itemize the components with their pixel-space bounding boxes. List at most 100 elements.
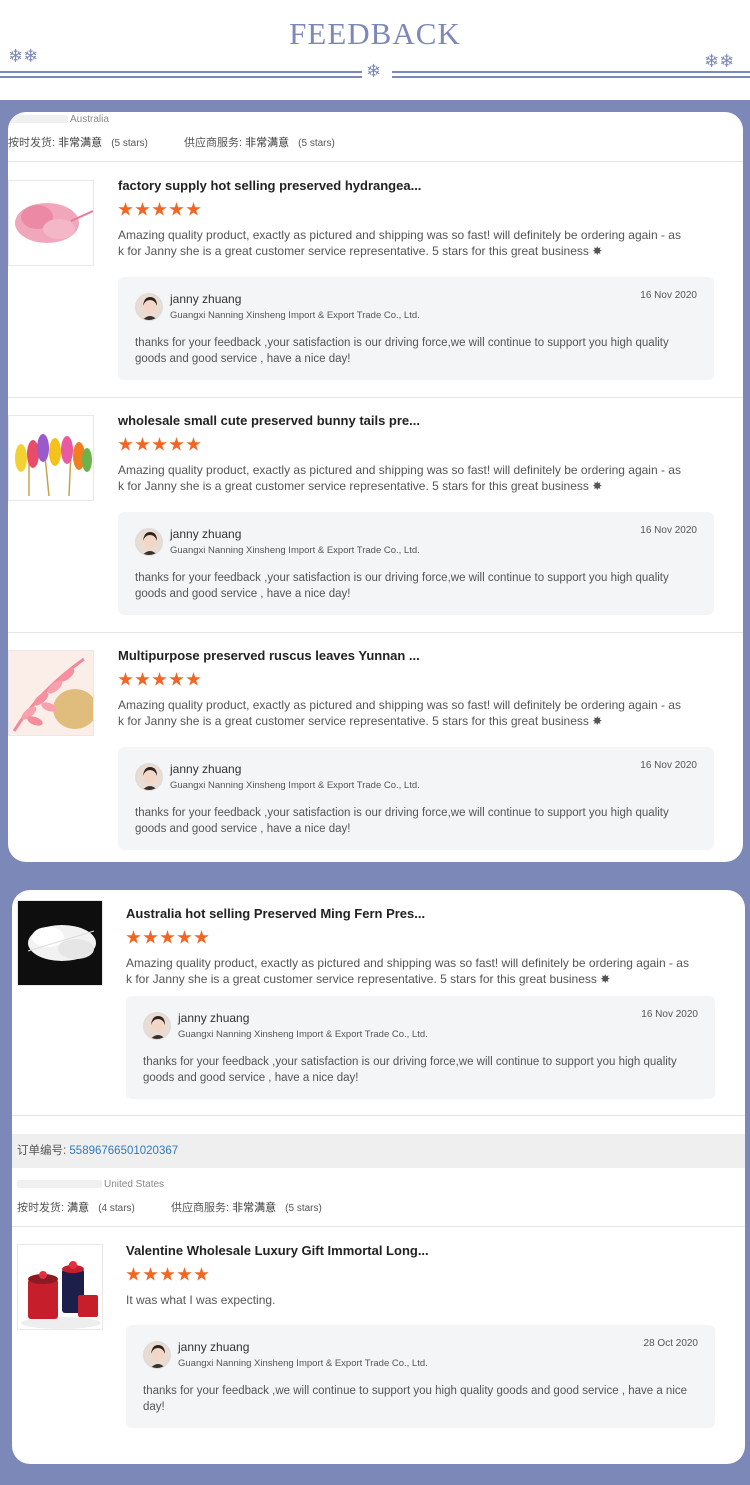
page-title: FEEDBACK <box>289 16 461 51</box>
rating-stars <box>126 1267 211 1285</box>
product-title-link[interactable]: Multipurpose preserved ruscus leaves Yun… <box>118 648 420 663</box>
reply-date: 16 Nov 2020 <box>640 760 697 771</box>
feedback-card: Australia hot selling Preserved Ming Fer… <box>12 890 745 1464</box>
star-icon <box>186 437 201 451</box>
star-icon <box>169 437 184 451</box>
review-item: wholesale small cute preserved bunny tai… <box>8 397 743 632</box>
review-text: Amazing quality product, exactly as pict… <box>126 956 689 986</box>
star-icon <box>177 930 192 944</box>
product-title-link[interactable]: Valentine Wholesale Luxury Gift Immortal… <box>126 1243 429 1258</box>
product-thumbnail-gift-box-roses[interactable] <box>17 1244 103 1330</box>
star-icon <box>194 1267 209 1281</box>
reply-date: 16 Nov 2020 <box>641 1009 698 1020</box>
star-icon <box>118 672 133 686</box>
reply-author-name: janny zhuang <box>170 292 242 306</box>
star-icon <box>135 437 150 451</box>
product-title-link[interactable]: Australia hot selling Preserved Ming Fer… <box>126 906 425 921</box>
product-thumbnail-ming-fern[interactable] <box>17 900 103 986</box>
ship-rating-value: 满意 <box>67 1202 90 1214</box>
avatar <box>143 1012 171 1040</box>
reply-date: 16 Nov 2020 <box>640 525 697 536</box>
supplier-reply: janny zhuang Guangxi Nanning Xinsheng Im… <box>118 747 714 850</box>
ship-rating-label: 按时发货: <box>8 137 56 149</box>
star-icon <box>126 930 141 944</box>
reply-company: Guangxi Nanning Xinsheng Import & Export… <box>170 780 420 791</box>
star-icon <box>152 672 167 686</box>
service-rating-value: 非常满意 <box>232 1202 277 1214</box>
service-rating-stars: (5 stars) <box>298 138 335 149</box>
ship-rating-label: 按时发货: <box>17 1202 65 1214</box>
service-rating-label: 供应商服务: <box>170 1202 230 1214</box>
service-rating-stars: (5 stars) <box>285 1203 322 1214</box>
snowflake-ornament-icon: ❄❄ <box>8 46 39 66</box>
review-text: Amazing quality product, exactly as pict… <box>118 463 681 493</box>
supplier-reply: janny zhuang Guangxi Nanning Xinsheng Im… <box>126 996 715 1099</box>
reply-author-name: janny zhuang <box>178 1011 250 1025</box>
service-rating-label: 供应商服务: <box>183 137 243 149</box>
star-icon <box>186 672 201 686</box>
snowflake-ornament-icon: ❄ <box>366 61 382 81</box>
star-icon <box>143 930 158 944</box>
order-number-link[interactable]: 55896766501020367 <box>69 1145 178 1157</box>
review-item: Multipurpose preserved ruscus leaves Yun… <box>8 632 743 862</box>
star-icon <box>186 202 201 216</box>
reply-text: thanks for your feedback ,your satisfact… <box>143 1056 677 1084</box>
avatar <box>135 763 163 791</box>
reply-company: Guangxi Nanning Xinsheng Import & Export… <box>170 310 420 321</box>
rating-stars <box>118 672 203 690</box>
rating-summary: 按时发货: 非常满意 (5 stars) 供应商服务: 非常满意 (5 star… <box>8 134 335 150</box>
star-icon <box>160 930 175 944</box>
reply-author-name: janny zhuang <box>170 527 242 541</box>
review-text: It was what I was expecting. <box>126 1293 276 1307</box>
feedback-card: Australia 按时发货: 非常满意 (5 stars) 供应商服务: 非常… <box>8 112 743 862</box>
review-item: Valentine Wholesale Luxury Gift Immortal… <box>12 1227 745 1462</box>
order-number-bar: 订单编号: 55896766501020367 <box>12 1134 745 1168</box>
rating-stars <box>126 930 211 948</box>
order-number-label: 订单编号: <box>17 1145 67 1157</box>
star-icon <box>135 672 150 686</box>
review-text: Amazing quality product, exactly as pict… <box>118 698 681 728</box>
snowflake-ornament-icon: ❄❄ <box>704 51 735 71</box>
star-icon <box>177 1267 192 1281</box>
rating-stars <box>118 202 203 220</box>
reply-company: Guangxi Nanning Xinsheng Import & Export… <box>178 1029 428 1040</box>
supplier-reply: janny zhuang Guangxi Nanning Xinsheng Im… <box>118 512 714 615</box>
buyer-info: United States <box>17 1179 164 1190</box>
buyer-info: Australia <box>8 114 109 125</box>
service-rating-value: 非常满意 <box>245 137 290 149</box>
divider <box>12 1115 745 1116</box>
rating-summary: 按时发货: 满意 (4 stars) 供应商服务: 非常满意 (5 stars) <box>17 1199 322 1215</box>
star-icon <box>118 202 133 216</box>
buyer-name-redacted <box>8 115 68 124</box>
star-icon <box>143 1267 158 1281</box>
avatar <box>135 293 163 321</box>
product-title-link[interactable]: factory supply hot selling preserved hyd… <box>118 178 421 193</box>
review-item: Australia hot selling Preserved Ming Fer… <box>12 890 745 1125</box>
product-thumbnail-pink-hydrangea[interactable] <box>8 180 94 266</box>
rating-stars <box>118 437 203 455</box>
reply-text: thanks for your feedback ,your satisfact… <box>135 807 669 835</box>
avatar <box>143 1341 171 1369</box>
feedback-banner: FEEDBACK ❄❄ ❄ ❄❄ <box>0 0 750 100</box>
buyer-name-redacted <box>17 1180 102 1189</box>
reply-author-name: janny zhuang <box>178 1340 250 1354</box>
reply-text: thanks for your feedback ,we will contin… <box>143 1385 688 1413</box>
buyer-country: Australia <box>70 114 109 125</box>
ship-rating-stars: (5 stars) <box>111 138 148 149</box>
star-icon <box>126 1267 141 1281</box>
supplier-reply: janny zhuang Guangxi Nanning Xinsheng Im… <box>118 277 714 380</box>
product-title-link[interactable]: wholesale small cute preserved bunny tai… <box>118 413 420 428</box>
reply-company: Guangxi Nanning Xinsheng Import & Export… <box>170 545 420 556</box>
star-icon <box>169 202 184 216</box>
buyer-country: United States <box>104 1179 165 1190</box>
review-item: factory supply hot selling preserved hyd… <box>8 162 743 397</box>
ship-rating-stars: (4 stars) <box>98 1203 135 1214</box>
product-thumbnail-bunny-tails[interactable] <box>8 415 94 501</box>
star-icon <box>194 930 209 944</box>
star-icon <box>152 202 167 216</box>
product-thumbnail-ruscus-leaves[interactable] <box>8 650 94 736</box>
reply-company: Guangxi Nanning Xinsheng Import & Export… <box>178 1358 428 1369</box>
star-icon <box>160 1267 175 1281</box>
star-icon <box>118 437 133 451</box>
avatar <box>135 528 163 556</box>
